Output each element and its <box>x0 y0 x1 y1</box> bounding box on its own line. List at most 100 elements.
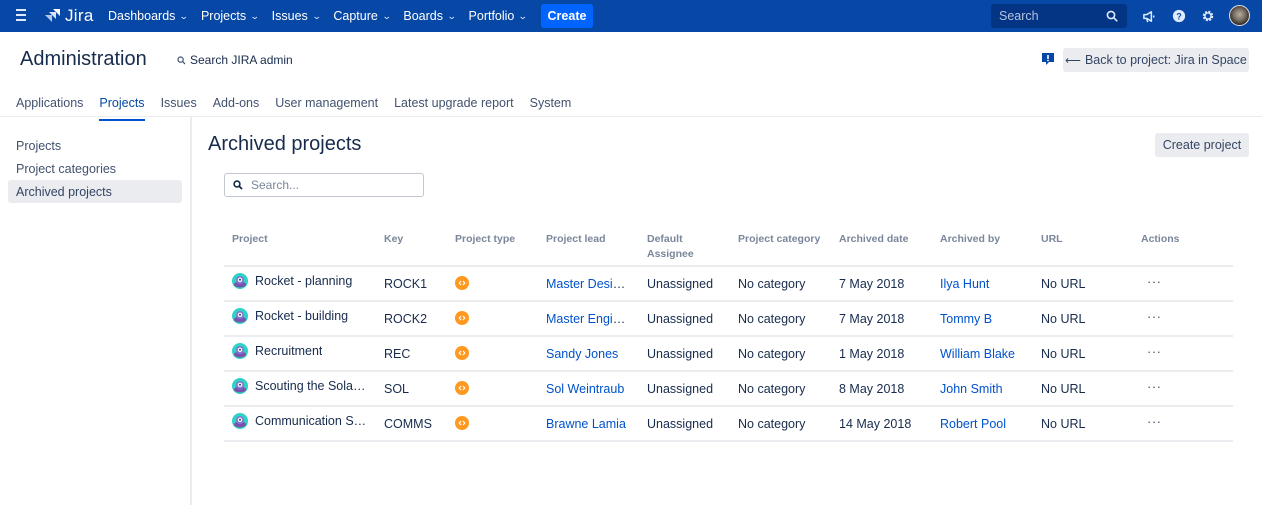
project-lead-link[interactable]: Brawne Lamia <box>546 417 626 431</box>
archived-by-link[interactable]: Tommy B <box>940 312 992 326</box>
project-name[interactable]: Recruitment <box>255 344 322 358</box>
sidebar-item-projects[interactable]: Projects <box>8 134 182 157</box>
project-key: SOL <box>376 370 447 406</box>
jira-logo[interactable]: Jira <box>44 6 94 26</box>
archived-by-link[interactable]: Robert Pool <box>940 417 1006 431</box>
tab-projects[interactable]: Projects <box>99 96 145 121</box>
more-actions-icon[interactable]: ··· <box>1141 344 1162 359</box>
archived-date: 7 May 2018 <box>831 265 932 301</box>
nav-issues[interactable]: Issues ⌄ <box>272 9 322 23</box>
software-project-type-icon <box>455 275 469 290</box>
user-avatar[interactable] <box>1229 5 1250 26</box>
project-url: No URL <box>1033 265 1133 301</box>
search-icon <box>177 55 186 65</box>
project-category: No category <box>730 405 831 442</box>
nav-portfolio[interactable]: Portfolio ⌄ <box>469 9 529 23</box>
more-actions-icon[interactable]: ··· <box>1141 309 1162 324</box>
tab-issues[interactable]: Issues <box>161 96 197 117</box>
top-navigation-bar: Jira Dashboards ⌄ Projects ⌄ Issues ⌄ Captu… <box>0 0 1262 32</box>
column-header-project-category: Project category <box>738 233 821 245</box>
table-row: Rocket - planning ROCK1 Master Designer … <box>224 265 1233 301</box>
project-lead-cell: Master Designer <box>538 265 639 301</box>
project-key: REC <box>376 335 447 371</box>
help-icon[interactable]: ? <box>1171 8 1187 24</box>
more-actions-icon[interactable]: ··· <box>1141 414 1162 429</box>
nav-projects[interactable]: Projects ⌄ <box>201 9 260 23</box>
create-project-button[interactable]: Create project <box>1155 133 1249 157</box>
archived-projects-search-input[interactable] <box>251 178 411 192</box>
project-lead-link[interactable]: Sol Weintraub <box>546 382 624 396</box>
svg-text:?: ? <box>1176 12 1181 22</box>
actions-cell: ··· <box>1133 335 1233 371</box>
back-to-project-label: Back to project: Jira in Space <box>1084 53 1247 67</box>
global-search-input[interactable] <box>999 9 1099 23</box>
project-type-cell <box>447 300 538 336</box>
table-row: Scouting the Solar ... SOL Sol Weintraub… <box>224 370 1233 406</box>
notifications-megaphone-icon[interactable] <box>1141 8 1157 24</box>
nav-capture[interactable]: Capture ⌄ <box>333 9 392 23</box>
column-header-project-lead[interactable]: Project lead <box>538 228 639 266</box>
tab-add-ons[interactable]: Add-ons <box>213 96 260 117</box>
column-header-project[interactable]: Project <box>224 228 376 266</box>
column-header-archived-by[interactable]: Archived by <box>932 228 1033 266</box>
nav-capture-label: Capture <box>333 9 378 23</box>
more-actions-icon[interactable]: ··· <box>1141 274 1162 289</box>
sidebar-item-project-categories[interactable]: Project categories <box>8 157 182 180</box>
project-avatar-icon <box>232 307 248 324</box>
archived-projects-search <box>224 173 424 197</box>
sidebar-item-archived-projects[interactable]: Archived projects <box>8 180 182 203</box>
archived-by-cell: Ilya Hunt <box>932 265 1033 301</box>
project-cell: Recruitment <box>224 335 376 371</box>
settings-gear-icon[interactable] <box>1200 8 1216 24</box>
tab-latest-upgrade-report[interactable]: Latest upgrade report <box>394 96 514 117</box>
project-lead-link[interactable]: Master Designer <box>546 277 638 291</box>
project-type-cell <box>447 405 538 442</box>
archived-by-link[interactable]: Ilya Hunt <box>940 277 989 291</box>
back-to-project-button[interactable]: ⟵ Back to project: Jira in Space <box>1063 48 1249 72</box>
search-jira-admin-link[interactable]: Search JIRA admin <box>177 53 293 67</box>
menu-icon[interactable] <box>16 9 28 22</box>
chevron-down-icon: ⌄ <box>446 10 457 21</box>
project-lead-cell: Brawne Lamia <box>538 405 639 442</box>
project-avatar-icon <box>232 377 248 394</box>
project-lead-link[interactable]: Master Engineer <box>546 312 638 326</box>
project-name[interactable]: Communication Sat... <box>255 414 368 428</box>
search-icon <box>233 180 243 190</box>
global-search <box>991 4 1127 28</box>
column-header-archived-date[interactable]: Archived date <box>831 228 932 266</box>
project-name[interactable]: Scouting the Solar ... <box>255 379 368 393</box>
default-assignee: Unassigned <box>639 300 730 336</box>
project-name[interactable]: Rocket - building <box>255 309 348 323</box>
default-assignee: Unassigned <box>639 405 730 442</box>
create-button[interactable]: Create <box>541 4 593 28</box>
tab-system[interactable]: System <box>530 96 572 117</box>
project-category: No category <box>730 370 831 406</box>
default-assignee: Unassigned <box>639 335 730 371</box>
tab-applications[interactable]: Applications <box>16 96 83 117</box>
project-type-cell <box>447 335 538 371</box>
project-lead-link[interactable]: Sandy Jones <box>546 347 618 361</box>
nav-boards-label: Boards <box>403 9 443 23</box>
column-header-actions: Actions <box>1141 233 1180 245</box>
project-category: No category <box>730 335 831 371</box>
tab-user-management[interactable]: User management <box>275 96 378 117</box>
archived-by-link[interactable]: William Blake <box>940 347 1015 361</box>
project-url: No URL <box>1033 335 1133 371</box>
arrow-left-icon: ⟵ <box>1065 54 1081 67</box>
archived-by-link[interactable]: John Smith <box>940 382 1003 396</box>
chevron-down-icon: ⌄ <box>381 10 392 21</box>
project-key: ROCK2 <box>376 300 447 336</box>
actions-cell: ··· <box>1133 265 1233 301</box>
feedback-icon[interactable] <box>1041 52 1055 66</box>
default-assignee: Unassigned <box>639 265 730 301</box>
table-header-row: Project Key Project type Project lead De… <box>224 228 1233 266</box>
column-header-key[interactable]: Key <box>376 228 447 266</box>
search-icon[interactable] <box>1106 10 1118 22</box>
archived-by-cell: John Smith <box>932 370 1033 406</box>
nav-dashboards[interactable]: Dashboards ⌄ <box>108 9 189 23</box>
more-actions-icon[interactable]: ··· <box>1141 379 1162 394</box>
project-type-cell <box>447 370 538 406</box>
project-name[interactable]: Rocket - planning <box>255 274 352 288</box>
nav-boards[interactable]: Boards ⌄ <box>403 9 457 23</box>
project-cell: Rocket - building <box>224 300 376 336</box>
